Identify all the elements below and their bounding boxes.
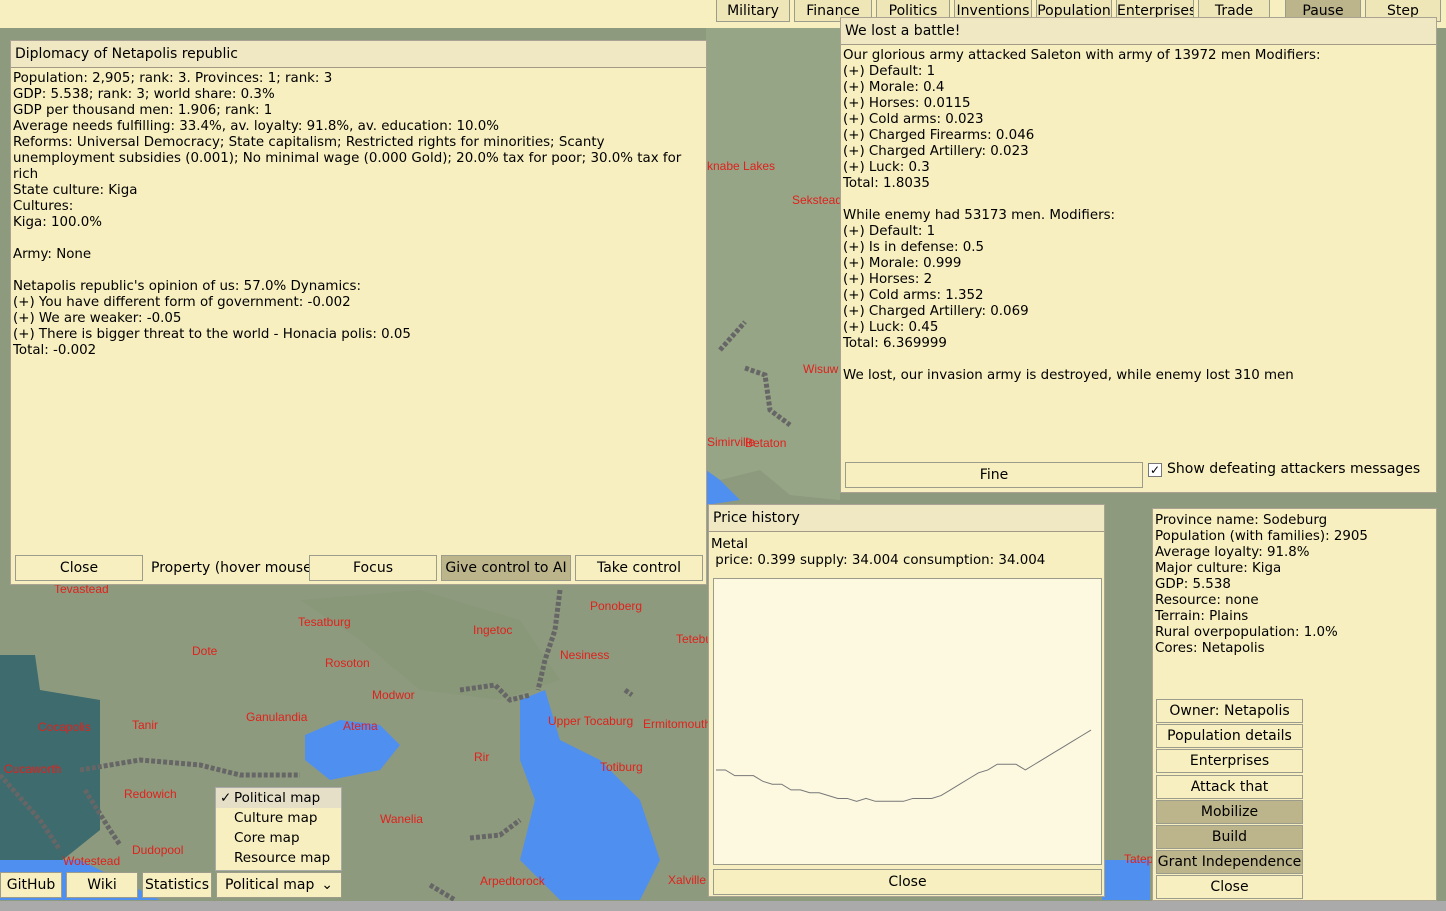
price-chart bbox=[713, 578, 1102, 865]
map-label: Totiburg bbox=[600, 760, 643, 774]
military-button[interactable]: Military bbox=[716, 0, 790, 22]
build-button[interactable]: Build bbox=[1156, 825, 1303, 849]
wiki-button[interactable]: Wiki bbox=[66, 872, 138, 898]
grant-independence-button[interactable]: Grant Independence bbox=[1156, 850, 1303, 874]
diplomacy-text: Population: 2,905; rank: 3. Provinces: 1… bbox=[13, 71, 682, 358]
owner-button[interactable]: Owner: Netapolis bbox=[1156, 699, 1303, 723]
map-label: Tetebu bbox=[676, 632, 712, 646]
price-close-button[interactable]: Close bbox=[713, 869, 1102, 895]
map-label: Rosoton bbox=[325, 656, 370, 670]
diplomacy-window: Diplomacy of Netapolis republic Populati… bbox=[10, 40, 707, 585]
map-label: Wisuw bbox=[803, 362, 839, 376]
fine-button[interactable]: Fine bbox=[845, 462, 1143, 488]
check-icon: ✓ bbox=[1149, 463, 1161, 477]
map-label: Ermitomouth bbox=[643, 717, 711, 731]
map-mode-dropdown-list: ✓ Political map Culture map Core map Reso… bbox=[215, 787, 342, 871]
province-enterprises-button[interactable]: Enterprises bbox=[1156, 749, 1303, 773]
bottom-edge bbox=[0, 901, 1446, 911]
province-close-button[interactable]: Close bbox=[1156, 875, 1303, 899]
map-label: Redowich bbox=[124, 787, 177, 801]
price-stats: price: 0.399 supply: 34.004 consumption:… bbox=[711, 553, 1046, 568]
map-label: Atema bbox=[343, 719, 378, 733]
show-defeating-checkbox[interactable]: ✓ bbox=[1148, 463, 1162, 477]
map-label: Wotestead bbox=[63, 854, 120, 868]
check-icon: ✓ bbox=[220, 790, 232, 806]
map-label: Arpedtorock bbox=[480, 874, 546, 888]
map-label: Wanelia bbox=[380, 812, 423, 826]
map-label: Xalville bbox=[668, 873, 706, 887]
statistics-button[interactable]: Statistics bbox=[142, 872, 212, 898]
map-label: Rir bbox=[474, 750, 489, 764]
population-details-button[interactable]: Population details bbox=[1156, 724, 1303, 748]
diplomacy-title: Diplomacy of Netapolis republic bbox=[11, 41, 706, 68]
map-option-core[interactable]: Core map bbox=[216, 828, 341, 848]
map-label: Ingetoc bbox=[473, 623, 512, 637]
battle-title: We lost a battle! bbox=[841, 18, 1436, 45]
show-defeating-label: Show defeating attackers messages bbox=[1167, 461, 1421, 477]
battle-report-window: We lost a battle! Our glorious army atta… bbox=[840, 17, 1437, 493]
map-label: Sekstead bbox=[792, 193, 842, 207]
map-label: Tatep bbox=[1124, 852, 1154, 866]
chevron-down-icon: ⌄ bbox=[321, 877, 333, 893]
price-history-title: Price history bbox=[709, 505, 1104, 532]
take-control-button[interactable]: Take control bbox=[575, 555, 703, 581]
map-label: Tanir bbox=[132, 718, 158, 732]
map-label: Dote bbox=[192, 644, 218, 658]
map-label: Betaton bbox=[745, 436, 786, 450]
map-label: Cucaworth bbox=[4, 762, 61, 776]
map-label: Tesatburg bbox=[298, 615, 351, 629]
diplomacy-close-button[interactable]: Close bbox=[15, 555, 143, 581]
price-chart-svg bbox=[716, 729, 1092, 802]
map-option-culture[interactable]: Culture map bbox=[216, 808, 341, 828]
property-hover-label[interactable]: Property (hover mouse) bbox=[151, 555, 317, 581]
battle-text: Our glorious army attacked Saleton with … bbox=[843, 48, 1321, 383]
mobilize-button[interactable]: Mobilize bbox=[1156, 800, 1303, 824]
map-option-resource[interactable]: Resource map bbox=[216, 848, 341, 868]
map-label: Upper Tocaburg bbox=[548, 714, 633, 728]
map-label: Ganulandia bbox=[246, 710, 308, 724]
province-window: Province name: Sodeburg Population (with… bbox=[1152, 508, 1437, 901]
github-button[interactable]: GitHub bbox=[0, 872, 62, 898]
map-label: Modwor bbox=[372, 688, 415, 702]
map-label: Ponoberg bbox=[590, 599, 642, 613]
map-label: Nesiness bbox=[560, 648, 609, 662]
province-info: Province name: Sodeburg Population (with… bbox=[1155, 513, 1368, 656]
give-control-ai-button[interactable]: Give control to AI bbox=[441, 555, 571, 581]
focus-button[interactable]: Focus bbox=[309, 555, 437, 581]
price-line bbox=[716, 729, 1092, 802]
attack-that-button[interactable]: Attack that bbox=[1156, 775, 1303, 799]
map-option-political[interactable]: ✓ Political map bbox=[216, 788, 341, 808]
map-label: Dudopool bbox=[132, 843, 183, 857]
map-label: knabe Lakes bbox=[707, 159, 775, 173]
map-label: Cocapolis bbox=[38, 720, 91, 734]
price-product-name: Metal bbox=[711, 537, 748, 552]
map-mode-select[interactable]: Political map ⌄ bbox=[216, 872, 342, 898]
